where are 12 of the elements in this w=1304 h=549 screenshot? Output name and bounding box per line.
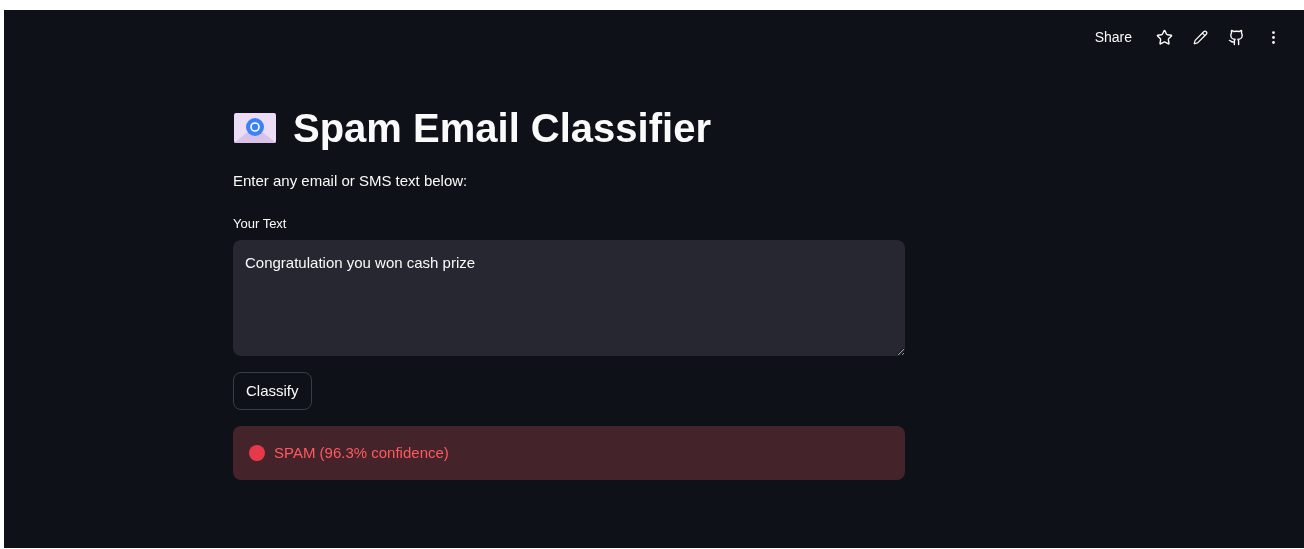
star-icon[interactable] (1156, 29, 1173, 46)
field-label: Your Text (233, 214, 288, 233)
text-input-field[interactable]: Congratulation you won cash prize (233, 240, 905, 356)
instruction-text: Enter any email or SMS text below: (233, 171, 469, 191)
dot-icon (248, 444, 266, 462)
share-button[interactable]: Share (1094, 27, 1132, 48)
github-icon[interactable] (1228, 29, 1245, 46)
pencil-icon[interactable] (1193, 30, 1208, 45)
page-title: Spam Email Classifier (293, 105, 711, 152)
result-text: SPAM (96.3% confidence) (274, 442, 449, 463)
envelope-icon (233, 112, 277, 144)
classify-button[interactable]: Classify (233, 372, 312, 410)
